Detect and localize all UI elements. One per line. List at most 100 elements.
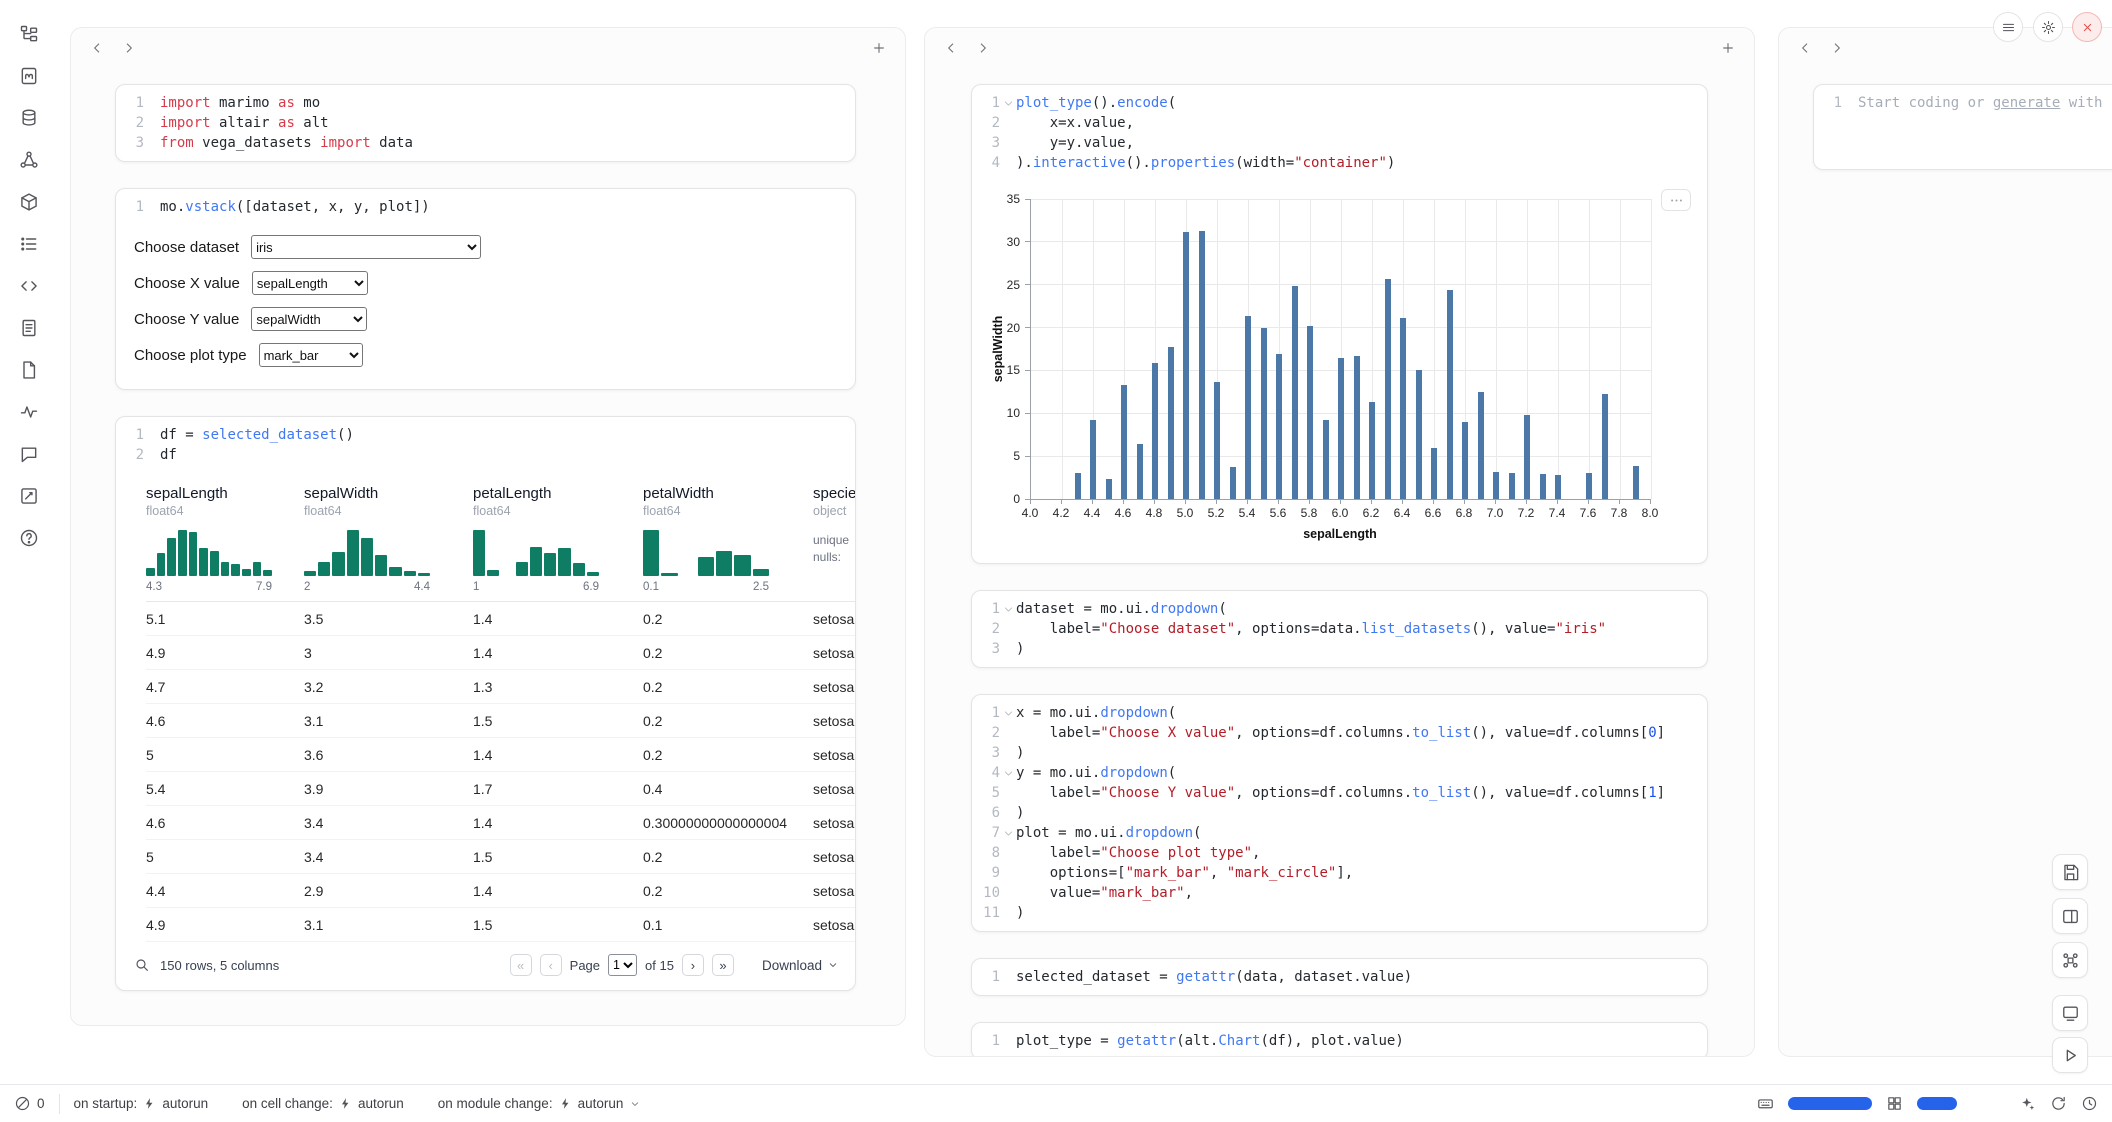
- code-editor: 1df = selected_dataset()2df: [116, 417, 855, 473]
- code-token: ): [1016, 745, 1024, 761]
- save-notebook-button[interactable]: [2052, 854, 2088, 890]
- fold-toggle[interactable]: [1000, 599, 1016, 619]
- restart-kernel-icon[interactable]: [2050, 1095, 2067, 1112]
- search-button[interactable]: [134, 957, 150, 973]
- first-page-button[interactable]: «: [510, 954, 532, 976]
- control-dropdown[interactable]: mark_bar: [259, 343, 363, 367]
- column-type: float64: [304, 504, 459, 518]
- placeholder-text: Start coding or: [1858, 95, 1993, 111]
- on-module-change-setting[interactable]: on module change:autorun: [438, 1096, 642, 1111]
- control-row: Choose X valuesepalLength: [134, 265, 837, 301]
- control-dropdown[interactable]: sepalLength: [252, 271, 368, 295]
- column-move-right-button[interactable]: [115, 34, 143, 62]
- code-line: 11): [974, 903, 1695, 923]
- fold-toggle[interactable]: [1000, 823, 1016, 843]
- grid-icon[interactable]: [1886, 1095, 1903, 1112]
- code-line: 3): [974, 743, 1695, 763]
- generate-with-ai-link[interactable]: generate: [1993, 95, 2060, 111]
- code-token: (: [1168, 765, 1176, 781]
- ai-sparkles-icon[interactable]: [2019, 1095, 2036, 1112]
- page-select[interactable]: 1: [608, 954, 637, 976]
- presenter-mode-button[interactable]: [2052, 995, 2088, 1031]
- ui-controls-output: Choose datasetirisChoose X valuesepalLen…: [116, 225, 855, 389]
- usage-bar-secondary[interactable]: [1917, 1097, 1957, 1110]
- gridline: [1651, 199, 1652, 499]
- fold-toggle[interactable]: [1000, 93, 1016, 113]
- table-cell: setosa: [813, 781, 855, 797]
- fold-gutter: [1000, 639, 1016, 659]
- y-tick-label: 5: [984, 449, 1020, 463]
- code-token: from: [160, 135, 194, 151]
- notebook-menu-button[interactable]: [1993, 12, 2023, 42]
- column-move-left-button[interactable]: [83, 34, 111, 62]
- keyboard-shortcuts-icon[interactable]: [1757, 1095, 1774, 1112]
- datasources-icon[interactable]: [12, 104, 46, 132]
- column-move-left-button[interactable]: [1791, 34, 1819, 62]
- x-tick-label: 5.6: [1263, 506, 1293, 520]
- table-column-header: petalWidthfloat640.12.5: [643, 485, 813, 593]
- last-page-button[interactable]: »: [712, 954, 734, 976]
- histogram-bar: [643, 530, 659, 576]
- code-content: plot = mo.ui.dropdown(: [1016, 823, 1201, 843]
- control-dropdown[interactable]: iris: [251, 235, 481, 259]
- runtime-clock-icon[interactable]: [2081, 1095, 2098, 1112]
- code-token: mo.ui.: [1067, 825, 1126, 841]
- column-move-left-button[interactable]: [937, 34, 965, 62]
- run-all-button[interactable]: [2052, 1037, 2088, 1073]
- code-token: (width: [1235, 155, 1286, 171]
- usage-bar-primary[interactable]: [1788, 1097, 1872, 1110]
- fold-toggle[interactable]: [1000, 703, 1016, 723]
- code-token: to_list: [1412, 785, 1471, 801]
- line-number: 7: [974, 823, 1000, 843]
- outline-icon[interactable]: [12, 230, 46, 258]
- tracing-icon[interactable]: [12, 398, 46, 426]
- scratchpad-icon[interactable]: [12, 482, 46, 510]
- y-tick-label: 25: [984, 278, 1020, 292]
- dependency-graph-icon[interactable]: [12, 146, 46, 174]
- x-tick-label: 6.8: [1449, 506, 1479, 520]
- code-line: 2import altair as alt: [118, 113, 843, 133]
- packages-icon[interactable]: [12, 188, 46, 216]
- table-row: 4.93.11.50.1setosa: [146, 908, 855, 942]
- command-palette-button[interactable]: [2052, 942, 2088, 978]
- autorun-bolt-icon: [339, 1097, 352, 1110]
- next-page-button[interactable]: ›: [682, 954, 704, 976]
- code-token: =: [1109, 865, 1117, 881]
- code-token: Chart: [1218, 1033, 1260, 1049]
- chat-icon[interactable]: [12, 440, 46, 468]
- code-token: altair: [211, 115, 278, 131]
- on-cell-change-setting[interactable]: on cell change:autorun: [242, 1096, 404, 1111]
- logs-icon[interactable]: [12, 314, 46, 342]
- add-cell-button[interactable]: [1714, 34, 1742, 62]
- marimo-file-icon[interactable]: [12, 62, 46, 90]
- snippets-icon[interactable]: [12, 272, 46, 300]
- chart-output: 051015202530354.04.24.44.64.85.05.25.45.…: [984, 183, 1695, 555]
- on-startup-setting[interactable]: on startup:autorun: [74, 1096, 209, 1111]
- fold-gutter: [1000, 967, 1016, 987]
- errors-indicator[interactable]: 0: [14, 1095, 45, 1112]
- file-tree-icon[interactable]: [12, 20, 46, 48]
- code-token: "mark_bar": [1100, 885, 1184, 901]
- column-move-right-button[interactable]: [969, 34, 997, 62]
- histogram-bar: [516, 562, 528, 576]
- add-cell-button[interactable]: [865, 34, 893, 62]
- chart-options-button[interactable]: [1661, 189, 1691, 211]
- code-content: label="Choose X value", options=df.colum…: [1016, 723, 1665, 743]
- chart-bar: [1338, 358, 1344, 499]
- fold-gutter: [144, 197, 160, 217]
- table-cell: 1.3: [473, 679, 643, 695]
- column-move-right-button[interactable]: [1823, 34, 1851, 62]
- control-dropdown[interactable]: sepalWidth: [251, 307, 367, 331]
- help-icon[interactable]: [12, 524, 46, 552]
- panel-layout-button[interactable]: [2052, 898, 2088, 934]
- previous-page-button[interactable]: ‹: [540, 954, 562, 976]
- shutdown-button[interactable]: [2072, 12, 2102, 42]
- table-cell: 1.4: [473, 883, 643, 899]
- documentation-icon[interactable]: [12, 356, 46, 384]
- code-content: df: [160, 445, 177, 465]
- histogram-bar: [753, 569, 769, 576]
- download-button[interactable]: Download: [762, 958, 839, 973]
- settings-button[interactable]: [2033, 12, 2063, 42]
- fold-toggle[interactable]: [1000, 763, 1016, 783]
- line-number: 1: [1816, 93, 1842, 113]
